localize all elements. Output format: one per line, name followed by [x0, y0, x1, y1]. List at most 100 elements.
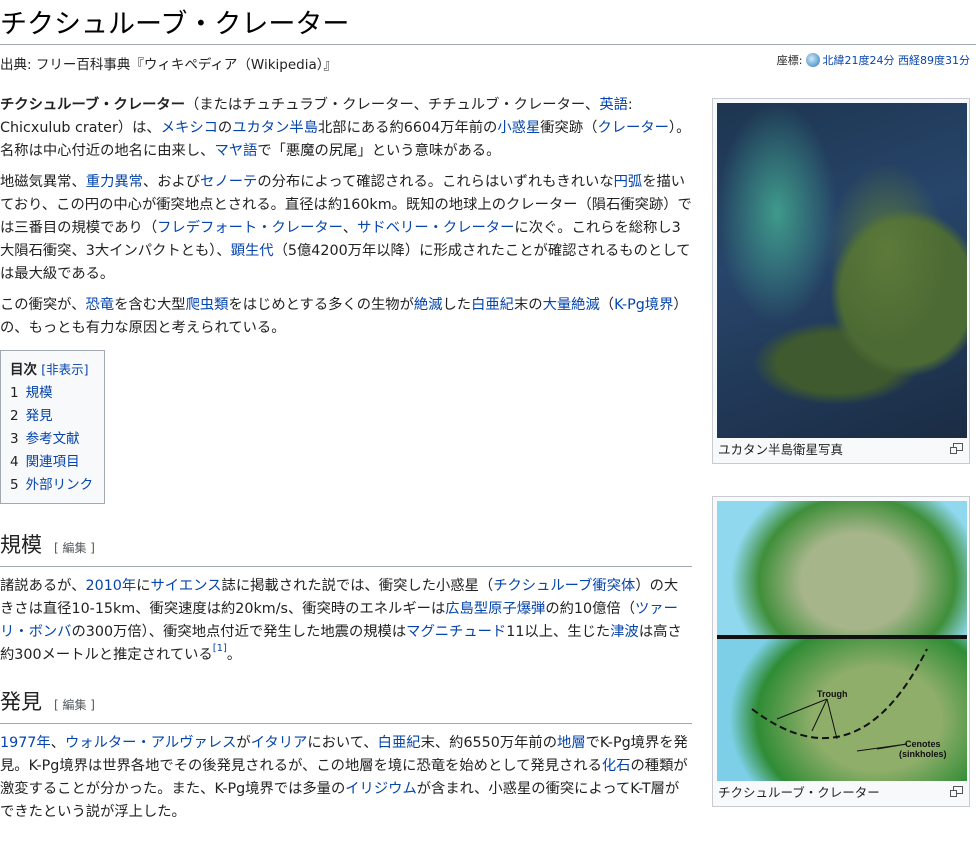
figure-satellite: ユカタン半島衛星写真: [712, 98, 970, 464]
bold-term: チクシュルーブ・クレーター: [0, 97, 185, 113]
wiki-link[interactable]: K-Pg境界: [614, 297, 673, 313]
wiki-link[interactable]: 英語: [599, 97, 628, 113]
text: 末の: [513, 297, 543, 313]
text: 末、約6550万年前の: [420, 735, 558, 751]
coordinates-link[interactable]: 北緯21度24分 西経89度31分: [823, 52, 970, 68]
enlarge-icon[interactable]: [950, 443, 963, 454]
figure-caption: チクシュルーブ・クレーター: [718, 785, 880, 800]
globe-icon[interactable]: [805, 53, 820, 67]
text: で「悪魔の尻尾」という意味がある。: [257, 143, 501, 159]
text: を含む大型: [114, 297, 186, 313]
wiki-link[interactable]: サドベリー・クレーター: [357, 220, 514, 236]
wiki-link[interactable]: ユカタン半島: [232, 120, 318, 136]
paragraph: 1977年、ウォルター・アルヴァレスがイタリアにおいて、白亜紀末、約6550万年…: [0, 732, 692, 824]
wiki-link[interactable]: サイエンス: [150, 578, 221, 594]
text: （: [599, 297, 615, 313]
paragraph: この衝突が、恐竜を含む大型爬虫類をはじめとする多くの生物が絶滅した白亜紀末の大量…: [0, 294, 692, 340]
wiki-link[interactable]: 白亜紀: [471, 297, 514, 313]
text: 、: [50, 735, 65, 751]
wiki-link[interactable]: マヤ語: [214, 143, 257, 159]
coordinates-label: 座標:: [776, 54, 803, 67]
wiki-link[interactable]: クレーター: [597, 120, 668, 136]
enlarge-icon[interactable]: [950, 786, 963, 797]
paragraph: 地磁気異常、重力異常、およびセノーテの分布によって確認される。これらはいずれもき…: [0, 171, 692, 286]
wiki-link[interactable]: 円弧: [614, 174, 643, 190]
edit-section-link[interactable]: [ 編集 ]: [54, 698, 95, 712]
text: この衝突が、: [0, 297, 86, 313]
wiki-link[interactable]: チクシュルーブ衝突体: [493, 578, 635, 594]
edit-section-link[interactable]: [ 編集 ]: [54, 541, 95, 555]
section-heading: 発見 [ 編集 ]: [0, 687, 692, 724]
text: の: [217, 120, 233, 136]
reference-link[interactable]: [1]: [213, 643, 227, 654]
toc-hide-link[interactable]: [非表示]: [41, 362, 88, 377]
toc-title: 目次: [10, 362, 37, 378]
toc-item[interactable]: 2 発見: [10, 405, 104, 428]
trough-label: Trough: [817, 689, 848, 699]
toc-number: 5: [10, 477, 19, 493]
text: 、: [342, 220, 358, 236]
figure-crater: Trough Cenotes (sinkholes) チクシュルーブ・クレーター: [712, 496, 970, 807]
wiki-link[interactable]: メキシコ: [161, 120, 218, 136]
wiki-link[interactable]: 恐竜: [86, 297, 115, 313]
text: 11以上、生じた: [506, 624, 611, 640]
reference[interactable]: [1]: [213, 643, 227, 654]
wiki-link[interactable]: 小惑星: [497, 120, 540, 136]
toc-link[interactable]: 発見: [26, 408, 53, 424]
article-body: チクシュルーブ・クレーター（またはチュチュラブ・クレーター、チチュルブ・クレータ…: [0, 94, 692, 844]
text: において、: [307, 735, 378, 751]
toc-link[interactable]: 規模: [26, 385, 53, 401]
toc-link[interactable]: 外部リンク: [26, 477, 94, 493]
toc-number: 4: [10, 454, 19, 470]
wiki-link[interactable]: 広島型原子爆弾: [445, 601, 545, 617]
crater-arc: [751, 648, 928, 752]
wiki-link[interactable]: 絶滅: [414, 297, 443, 313]
toc-item[interactable]: 5 外部リンク: [10, 474, 104, 497]
wiki-link[interactable]: 化石: [602, 758, 631, 774]
wiki-link[interactable]: 1977年: [0, 735, 51, 751]
wiki-link[interactable]: マグニチュード: [406, 624, 506, 640]
toc-item[interactable]: 3 参考文献: [10, 428, 104, 451]
intro: チクシュルーブ・クレーター（またはチュチュラブ・クレーター、チチュルブ・クレータ…: [0, 94, 692, 340]
text: 衝突跡（: [540, 120, 598, 136]
paragraph: チクシュルーブ・クレーター（またはチュチュラブ・クレーター、チチュルブ・クレータ…: [0, 94, 692, 163]
text: 北部にある約6604万年前の: [318, 120, 498, 136]
wiki-link[interactable]: 重力異常: [86, 174, 143, 190]
wiki-link[interactable]: 津波: [610, 624, 639, 640]
wiki-link[interactable]: 白亜紀: [378, 735, 421, 751]
section-heading: 規模 [ 編集 ]: [0, 530, 692, 567]
text: 。: [226, 647, 242, 663]
wiki-link[interactable]: 大量絶滅: [543, 297, 600, 313]
text: 地磁気異常、: [0, 174, 86, 190]
site-subtitle: 出典: フリー百科事典『ウィキペディア（Wikipedia）』: [0, 57, 337, 73]
toc-item[interactable]: 4 関連項目: [10, 451, 104, 474]
cenotes-label: Cenotes (sinkholes): [899, 739, 947, 759]
crater-map-image[interactable]: Trough Cenotes (sinkholes): [717, 501, 967, 781]
text: した: [442, 297, 472, 313]
coordinates: 座標: 北緯21度24分 西経89度31分: [777, 52, 970, 68]
wiki-link[interactable]: ウォルター・アルヴァレス: [65, 735, 236, 751]
text: （またはチュチュラブ・クレーター、チチュルブ・クレーター、: [185, 97, 600, 113]
text: に: [136, 578, 151, 594]
text: をはじめとする多くの生物が: [228, 297, 414, 313]
text: 誌に掲載された説では、衝突した小惑星（: [221, 578, 494, 594]
wiki-link[interactable]: イリジウム: [345, 781, 416, 797]
wiki-link[interactable]: 地層: [557, 735, 586, 751]
toc-link[interactable]: 参考文献: [26, 431, 80, 447]
yucatan-satellite-image[interactable]: [717, 103, 967, 438]
wiki-link[interactable]: 顕生代: [231, 243, 274, 259]
toc-link[interactable]: 関連項目: [26, 454, 80, 470]
toc-number: 3: [10, 431, 19, 447]
toc-item[interactable]: 1 規模: [10, 382, 104, 405]
text: の約10億倍（: [545, 601, 636, 617]
wiki-link[interactable]: 爬虫類: [186, 297, 229, 313]
text: が: [236, 735, 251, 751]
wiki-link[interactable]: イタリア: [251, 735, 308, 751]
wiki-link[interactable]: セノーテ: [200, 174, 257, 190]
section-title: 規模: [0, 533, 42, 557]
text: 、および: [142, 174, 201, 190]
text: の300万倍）、衝突地点付近で発生した地震の規模は: [71, 624, 407, 640]
wiki-link[interactable]: 2010年: [86, 578, 137, 594]
toc-number: 1: [10, 385, 19, 401]
wiki-link[interactable]: フレデフォート・クレーター: [157, 220, 343, 236]
